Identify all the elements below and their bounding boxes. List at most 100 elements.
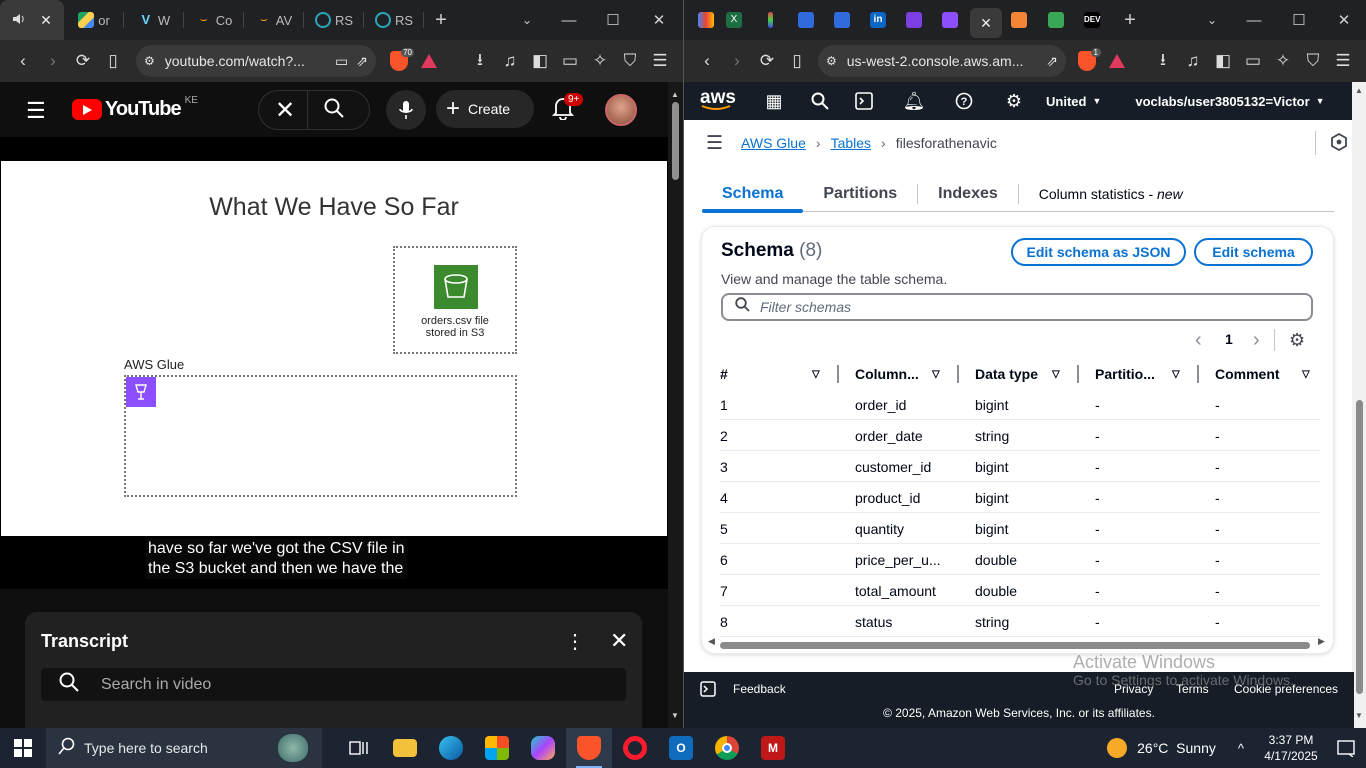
table-row[interactable]: 7 total_amount double - - (720, 575, 1320, 606)
brave-shield-icon[interactable]: 1 (1072, 46, 1102, 76)
table-row[interactable]: 2 order_date string - - (720, 420, 1320, 451)
search-box[interactable]: ✕ (258, 90, 370, 130)
side-nav-toggle-icon[interactable]: ☰ (706, 132, 723, 155)
sort-caret-icon[interactable]: ▽ (1302, 359, 1310, 389)
edit-schema-button[interactable]: Edit schema (1194, 238, 1313, 266)
share-icon[interactable]: ⇗ (356, 53, 368, 70)
brave-rewards-icon[interactable] (1102, 46, 1132, 76)
more-options-icon[interactable]: ⋮ (565, 629, 585, 654)
sort-caret-icon[interactable]: ▽ (932, 359, 940, 389)
maximize-icon[interactable]: ☐ (591, 0, 635, 40)
leo-ai-icon[interactable]: ✧ (585, 46, 615, 76)
filter-schemas-input[interactable]: Filter schemas (721, 293, 1313, 321)
speaker-icon[interactable] (12, 12, 26, 29)
media-icon[interactable]: ♫ (1178, 46, 1208, 76)
scrollbar-thumb[interactable] (1356, 400, 1363, 694)
feedback-link[interactable]: Feedback (733, 682, 786, 696)
opera-icon[interactable] (612, 728, 658, 768)
table-row[interactable]: 8 status string - - (720, 606, 1320, 637)
page-scrollbar[interactable]: ▲ ▼ (668, 82, 683, 728)
preferences-gear-icon[interactable]: ⚙ (1289, 330, 1305, 351)
outlook-icon[interactable]: O (658, 728, 704, 768)
download-icon[interactable]: ⭳ (1148, 46, 1178, 76)
minimize-icon[interactable]: — (547, 0, 591, 40)
col-header-column-name[interactable]: Column... (855, 359, 919, 389)
tab-linkedin[interactable]: in (862, 0, 898, 40)
bookmark-icon[interactable]: ▯ (782, 46, 812, 76)
start-windows-icon[interactable] (0, 728, 46, 768)
tab-indexes[interactable]: Indexes (918, 176, 1018, 212)
tab-12[interactable]: DEV (1076, 0, 1112, 40)
transcript-search-input[interactable]: Search in video (41, 668, 626, 701)
active-tab-aws[interactable]: ✕ (970, 8, 1002, 38)
forward-icon[interactable]: › (722, 46, 752, 76)
sort-caret-icon[interactable]: ▽ (1172, 359, 1180, 389)
mcafee-icon[interactable]: M (750, 728, 796, 768)
vpn-icon[interactable]: ⛉ (615, 46, 645, 76)
tab-schema[interactable]: Schema (702, 176, 804, 213)
page-scrollbar[interactable]: ▲ ▼ (1352, 82, 1366, 728)
notification-center-icon[interactable] (1326, 728, 1366, 768)
brave-rewards-icon[interactable] (414, 46, 444, 76)
new-tab-icon[interactable]: + (1112, 0, 1148, 40)
tab-w[interactable]: VW (124, 0, 184, 40)
store-icon[interactable] (474, 728, 520, 768)
clock[interactable]: 3:37 PM 4/17/2025 (1256, 732, 1326, 764)
site-info-icon[interactable]: ⚙ (144, 54, 155, 68)
table-row[interactable]: 1 order_id bigint - - (720, 389, 1320, 420)
tab-drive[interactable]: or (64, 0, 124, 40)
info-panel-icon[interactable] (1330, 132, 1348, 154)
table-row[interactable]: 6 price_per_u... double - - (720, 544, 1320, 575)
tab-8[interactable] (934, 0, 970, 40)
search-icon[interactable] (802, 92, 838, 110)
cloudshell-icon[interactable] (700, 681, 716, 700)
edge-icon[interactable] (428, 728, 474, 768)
horizontal-scrollbar[interactable]: ◀ ▶ (708, 636, 1328, 651)
services-grid-icon[interactable]: ▦ (756, 91, 792, 112)
url-text[interactable]: youtube.com/watch?... (165, 53, 305, 69)
scrollbar-thumb[interactable] (720, 642, 1310, 649)
vpn-icon[interactable]: ⛉ (1298, 46, 1328, 76)
tab-3[interactable] (754, 0, 790, 40)
tray-chevron-icon[interactable]: ^ (1238, 741, 1244, 756)
close-window-icon[interactable]: ✕ (635, 0, 683, 40)
sort-caret-icon[interactable]: ▽ (812, 359, 820, 389)
voice-search-icon[interactable] (386, 90, 426, 130)
account-menu[interactable]: voclabs/user3805132=Victor ▼ (1135, 94, 1324, 109)
close-transcript-icon[interactable]: ✕ (610, 628, 628, 654)
tab-co[interactable]: ⌣ Co (184, 0, 244, 40)
scrollbar-thumb[interactable] (672, 102, 679, 180)
tab-av[interactable]: ⌣ AV (244, 0, 304, 40)
forward-icon[interactable]: › (38, 46, 68, 76)
region-selector[interactable]: United ▼ (1046, 94, 1101, 109)
back-icon[interactable]: ‹ (692, 46, 722, 76)
page-number[interactable]: 1 (1225, 331, 1233, 347)
new-tab-icon[interactable]: + (424, 0, 458, 40)
edit-schema-json-button[interactable]: Edit schema as JSON (1011, 238, 1186, 266)
close-window-icon[interactable]: ✕ (1322, 0, 1366, 40)
site-info-icon[interactable]: ⚙ (826, 54, 837, 68)
tab-list-chevron-icon[interactable]: ⌄ (507, 0, 547, 40)
video-player[interactable]: What We Have So Far orders.csv file store… (0, 137, 668, 589)
avatar[interactable] (605, 94, 637, 126)
brave-taskbar-icon[interactable] (566, 728, 612, 768)
table-row[interactable]: 5 quantity bigint - - (720, 513, 1320, 544)
tab-gmail[interactable] (698, 0, 718, 40)
download-icon[interactable]: ⭳ (465, 46, 495, 76)
tab-rs[interactable]: RS (304, 0, 364, 40)
help-icon[interactable]: ? (946, 92, 982, 110)
tab-list-chevron-icon[interactable]: ⌄ (1192, 0, 1232, 40)
chrome-icon[interactable] (704, 728, 750, 768)
sidebar-icon[interactable]: ◧ (1208, 46, 1238, 76)
share-icon[interactable]: ⇗ (1046, 53, 1058, 70)
next-page-icon[interactable]: › (1253, 329, 1260, 352)
active-tab-youtube[interactable]: ✕ (0, 0, 64, 40)
tab-rs-2[interactable]: RS (364, 0, 424, 40)
col-header-comment[interactable]: Comment (1215, 359, 1280, 389)
tab-column-statistics[interactable]: Column statistics - new (1019, 176, 1203, 212)
close-icon[interactable]: ✕ (40, 12, 52, 29)
close-icon[interactable]: ✕ (980, 15, 992, 32)
aws-logo[interactable]: aws (700, 87, 736, 110)
clear-search-icon[interactable]: ✕ (275, 96, 295, 125)
sidebar-icon[interactable]: ◧ (525, 46, 555, 76)
